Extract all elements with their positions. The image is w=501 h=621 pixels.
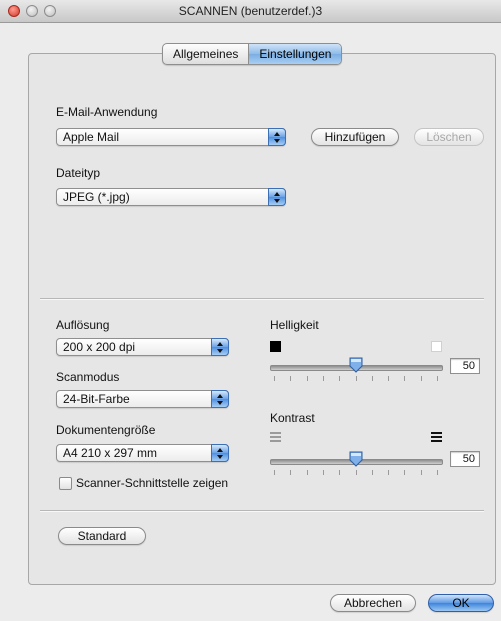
settings-panel: E-Mail-Anwendung Apple Mail Hinzufügen L… (28, 53, 496, 585)
contrast-value-field[interactable]: 50 (450, 451, 480, 467)
docsize-label: Dokumentengröße (56, 423, 156, 437)
contrast-label: Kontrast (270, 411, 315, 425)
docsize-select[interactable]: A4 210 x 297 mm (56, 444, 229, 462)
tab-einstellungen[interactable]: Einstellungen (248, 44, 342, 64)
popup-arrows-icon (268, 188, 286, 206)
resolution-label: Auflösung (56, 318, 110, 332)
slider-tick (437, 470, 438, 475)
filetype-value: JPEG (*.jpg) (63, 190, 130, 204)
slider-tick (339, 470, 340, 475)
slider-tick (356, 376, 357, 381)
popup-arrows-icon (211, 390, 229, 408)
popup-arrows-icon (211, 444, 229, 462)
brightness-slider-thumb[interactable] (349, 357, 363, 373)
brightness-value-field[interactable]: 50 (450, 358, 480, 374)
scanmode-select[interactable]: 24-Bit-Farbe (56, 390, 229, 408)
contrast-ticks (270, 470, 441, 476)
slider-tick (421, 376, 422, 381)
filetype-select[interactable]: JPEG (*.jpg) (56, 188, 286, 206)
slider-tick (404, 376, 405, 381)
scanner-interface-label: Scanner-Schnittstelle zeigen (76, 476, 229, 490)
slider-tick (356, 470, 357, 475)
slider-tick (421, 470, 422, 475)
separator (40, 510, 484, 512)
slider-tick (372, 470, 373, 475)
email-app-select[interactable]: Apple Mail (56, 128, 286, 146)
popup-arrows-icon (268, 128, 286, 146)
scanner-interface-checkbox[interactable] (59, 477, 72, 490)
tab-bar: Allgemeines Einstellungen (162, 43, 343, 65)
slider-tick (323, 376, 324, 381)
title-bar[interactable]: SCANNEN (benutzerdef.)3 (0, 0, 501, 23)
slider-tick (437, 376, 438, 381)
dialog-window: SCANNEN (benutzerdef.)3 Allgemeines Eins… (0, 0, 501, 621)
cancel-button[interactable]: Abbrechen (330, 594, 416, 612)
light-swatch-icon (431, 341, 442, 352)
scanmode-value: 24-Bit-Farbe (63, 392, 130, 406)
contrast-slider-thumb[interactable] (349, 451, 363, 467)
filetype-label: Dateityp (56, 166, 101, 180)
slider-tick (274, 470, 275, 475)
slider-tick (388, 376, 389, 381)
window-title: SCANNEN (benutzerdef.)3 (178, 4, 323, 18)
resolution-select[interactable]: 200 x 200 dpi (56, 338, 229, 356)
brightness-label: Helligkeit (270, 318, 319, 332)
high-contrast-icon (431, 432, 442, 443)
popup-arrows-icon (211, 338, 229, 356)
tab-allgemeines[interactable]: Allgemeines (163, 44, 248, 64)
standard-button[interactable]: Standard (58, 527, 146, 545)
low-contrast-icon (270, 432, 281, 443)
add-button[interactable]: Hinzufügen (311, 128, 399, 146)
docsize-value: A4 210 x 297 mm (63, 446, 158, 460)
slider-tick (323, 470, 324, 475)
brightness-ticks (270, 376, 441, 382)
email-app-value: Apple Mail (63, 130, 120, 144)
delete-button[interactable]: Löschen (414, 128, 484, 146)
slider-tick (404, 470, 405, 475)
slider-tick (372, 376, 373, 381)
slider-tick (307, 470, 308, 475)
slider-tick (290, 470, 291, 475)
slider-tick (339, 376, 340, 381)
slider-tick (307, 376, 308, 381)
scanmode-label: Scanmodus (56, 370, 120, 384)
resolution-value: 200 x 200 dpi (63, 340, 136, 354)
ok-button[interactable]: OK (428, 594, 494, 612)
slider-tick (388, 470, 389, 475)
slider-tick (290, 376, 291, 381)
separator (40, 298, 484, 300)
slider-tick (274, 376, 275, 381)
dark-swatch-icon (270, 341, 281, 352)
email-app-label: E-Mail-Anwendung (56, 105, 158, 119)
